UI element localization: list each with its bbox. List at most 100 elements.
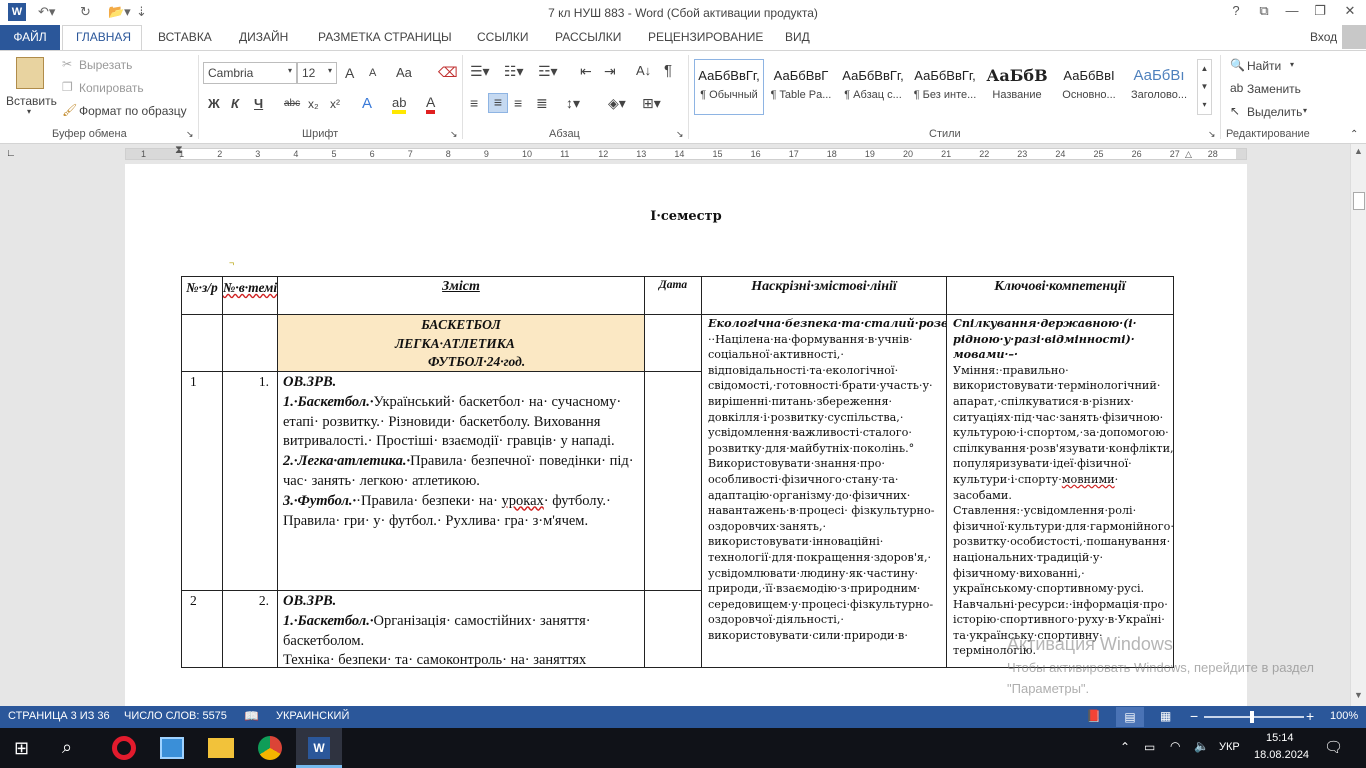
style-list-paragraph[interactable]: АаБбВвГг, ¶ Абзац с...	[838, 63, 908, 115]
style-body-text[interactable]: АаБбВвI Основно...	[1054, 63, 1124, 115]
line-spacing-icon[interactable]: ↕▾	[566, 95, 580, 112]
align-right-icon[interactable]: ≡	[514, 95, 522, 111]
change-case-button[interactable]: Aa	[396, 65, 412, 80]
clear-formatting-icon[interactable]: ⌫	[438, 64, 458, 81]
maximize-button[interactable]: ❐	[1306, 3, 1334, 19]
word-taskbar-icon[interactable]: W	[308, 737, 330, 759]
show-formatting-icon[interactable]: ¶	[664, 62, 672, 79]
search-icon[interactable]: ⌕	[62, 737, 72, 758]
ribbon-display-button[interactable]: ⧉	[1250, 3, 1278, 19]
collapse-ribbon-icon[interactable]: ⌃	[1350, 129, 1358, 140]
format-painter-button[interactable]: Формат по образцу	[79, 104, 187, 118]
align-left-icon[interactable]: ≡	[470, 95, 478, 111]
replace-button[interactable]: Заменить	[1247, 82, 1301, 96]
sort-icon[interactable]: A↓	[636, 63, 651, 78]
style-title[interactable]: АаБбВ Название	[982, 63, 1052, 115]
shrink-font-button[interactable]: A	[369, 67, 376, 79]
zoom-in-button[interactable]: +	[1306, 708, 1314, 724]
style-normal-preview[interactable]: АаБбВвГг, ¶ Обычный	[694, 63, 764, 115]
font-size-combo[interactable]: 12 ▾	[297, 62, 337, 84]
scroll-down-icon[interactable]: ▼	[1354, 690, 1363, 700]
multilevel-list-icon[interactable]: ☲▾	[538, 63, 558, 80]
control-panel-icon[interactable]	[160, 737, 184, 759]
bold-button[interactable]: Ж	[208, 96, 220, 111]
close-button[interactable]: ✕	[1336, 3, 1364, 19]
tab-insert[interactable]: ВСТАВКА	[158, 30, 212, 44]
select-button[interactable]: Выделить	[1247, 105, 1302, 119]
style-table-paragraph[interactable]: АаБбВвГ ¶ Table Pa...	[766, 63, 836, 115]
paragraph-launcher-icon[interactable]: ↘	[676, 129, 684, 140]
tray-chevron-icon[interactable]: ⌃	[1120, 740, 1130, 754]
style-heading[interactable]: АаБбВı Заголово...	[1126, 63, 1192, 115]
align-center-icon[interactable]: ≡	[488, 93, 508, 113]
windows-start-icon[interactable]: ⊞	[14, 738, 29, 759]
ruler-track[interactable]: 1 1 2 3 4 5 6 7 8 9 10 11 12 13 14 15 16 17 18 19 20 21 22 23 24…	[125, 148, 1247, 160]
find-button[interactable]: Найти	[1247, 59, 1281, 73]
zoom-slider-thumb[interactable]	[1250, 711, 1254, 723]
proofing-icon[interactable]: 📖	[244, 709, 259, 723]
copy-button[interactable]: Копировать	[79, 81, 144, 95]
clock-time[interactable]: 15:14	[1266, 732, 1294, 744]
text-effects-icon[interactable]: A	[362, 95, 372, 112]
volume-icon[interactable]: 🔈	[1194, 739, 1209, 753]
clipboard-launcher-icon[interactable]: ↘	[186, 129, 194, 140]
underline-button[interactable]: Ч	[254, 96, 263, 111]
decrease-indent-icon[interactable]: ⇤	[580, 63, 592, 80]
select-dropdown-icon[interactable]: ▾	[1303, 106, 1307, 115]
superscript-button[interactable]: x²	[330, 97, 340, 111]
increase-indent-icon[interactable]: ⇥	[604, 63, 616, 80]
tab-mailings[interactable]: РАССЫЛКИ	[555, 30, 621, 44]
read-mode-icon[interactable]: 📕	[1086, 709, 1101, 723]
grow-font-button[interactable]: A	[345, 65, 354, 81]
document-page[interactable]: І·семестр ¬ №·з/р №·в·темі Зміст Дата На…	[125, 164, 1247, 706]
highlight-icon[interactable]: ab	[392, 95, 407, 114]
paste-button[interactable]: Вставить	[6, 94, 57, 108]
style-no-spacing[interactable]: АаБбВвГг, ¶ Без инте...	[910, 63, 980, 115]
find-dropdown-icon[interactable]: ▾	[1290, 60, 1294, 69]
scroll-up-icon[interactable]: ▲	[1354, 146, 1363, 156]
styles-scroll[interactable]: ▲ ▼ ▾	[1197, 59, 1212, 115]
web-layout-icon[interactable]: ▦	[1160, 709, 1171, 723]
clock-date[interactable]: 18.08.2024	[1254, 749, 1309, 761]
chrome-icon[interactable]	[258, 736, 282, 760]
file-explorer-icon[interactable]	[208, 738, 234, 758]
scroll-thumb[interactable]	[1353, 192, 1365, 210]
font-name-combo[interactable]: Cambria ▾	[203, 62, 297, 84]
tab-review[interactable]: РЕЦЕНЗИРОВАНИЕ	[648, 30, 763, 44]
styles-launcher-icon[interactable]: ↘	[1208, 129, 1216, 140]
horizontal-ruler[interactable]: ∟ 1 1 2 3 4 5 6 7 8 9 10 11 12 13 14 15 16 17 18 19 20 21 22 23…	[0, 144, 1366, 164]
zoom-level[interactable]: 100%	[1330, 710, 1358, 722]
help-button[interactable]: ?	[1222, 3, 1250, 18]
avatar[interactable]	[1342, 25, 1366, 49]
paste-icon[interactable]	[16, 57, 44, 89]
tab-references[interactable]: ССЫЛКИ	[477, 30, 528, 44]
right-indent-marker-icon[interactable]: △	[1185, 149, 1192, 160]
opera-icon[interactable]	[112, 736, 136, 760]
justify-icon[interactable]: ≣	[536, 95, 548, 112]
tab-design[interactable]: ДИЗАЙН	[239, 30, 288, 44]
print-layout-icon[interactable]: ▤	[1116, 707, 1144, 727]
zoom-slider[interactable]	[1204, 716, 1304, 718]
tab-view[interactable]: ВИД	[785, 30, 810, 44]
numbering-icon[interactable]: ☷▾	[504, 63, 524, 80]
word-count[interactable]: ЧИСЛО СЛОВ: 5575	[124, 710, 227, 722]
language-indicator[interactable]: УКРАИНСКИЙ	[276, 710, 349, 722]
paste-dropdown-icon[interactable]: ▾	[27, 107, 31, 116]
zoom-out-button[interactable]: −	[1190, 708, 1198, 724]
font-launcher-icon[interactable]: ↘	[450, 129, 458, 140]
minimize-button[interactable]: —	[1278, 3, 1306, 18]
indent-marker-icon[interactable]: ⧗	[175, 144, 183, 157]
subscript-button[interactable]: x₂	[308, 97, 319, 111]
tab-home[interactable]: ГЛАВНАЯ	[76, 30, 131, 44]
wifi-icon[interactable]: ◠	[1170, 739, 1180, 753]
battery-icon[interactable]: ▭	[1144, 740, 1155, 754]
tab-selector-icon[interactable]: ∟	[6, 148, 16, 159]
document-area[interactable]: І·семестр ¬ №·з/р №·в·темі Зміст Дата На…	[0, 164, 1350, 706]
tab-layout[interactable]: РАЗМЕТКА СТРАНИЦЫ	[318, 30, 452, 44]
font-color-icon[interactable]: A	[426, 94, 436, 114]
vertical-scrollbar[interactable]: ▲ ▼	[1350, 144, 1366, 706]
page-count[interactable]: СТРАНИЦА 3 ИЗ 36	[8, 710, 110, 722]
notifications-icon[interactable]: 🗨	[1324, 738, 1343, 756]
strikethrough-button[interactable]: abc	[284, 98, 300, 109]
bullets-icon[interactable]: ☰▾	[470, 63, 490, 80]
